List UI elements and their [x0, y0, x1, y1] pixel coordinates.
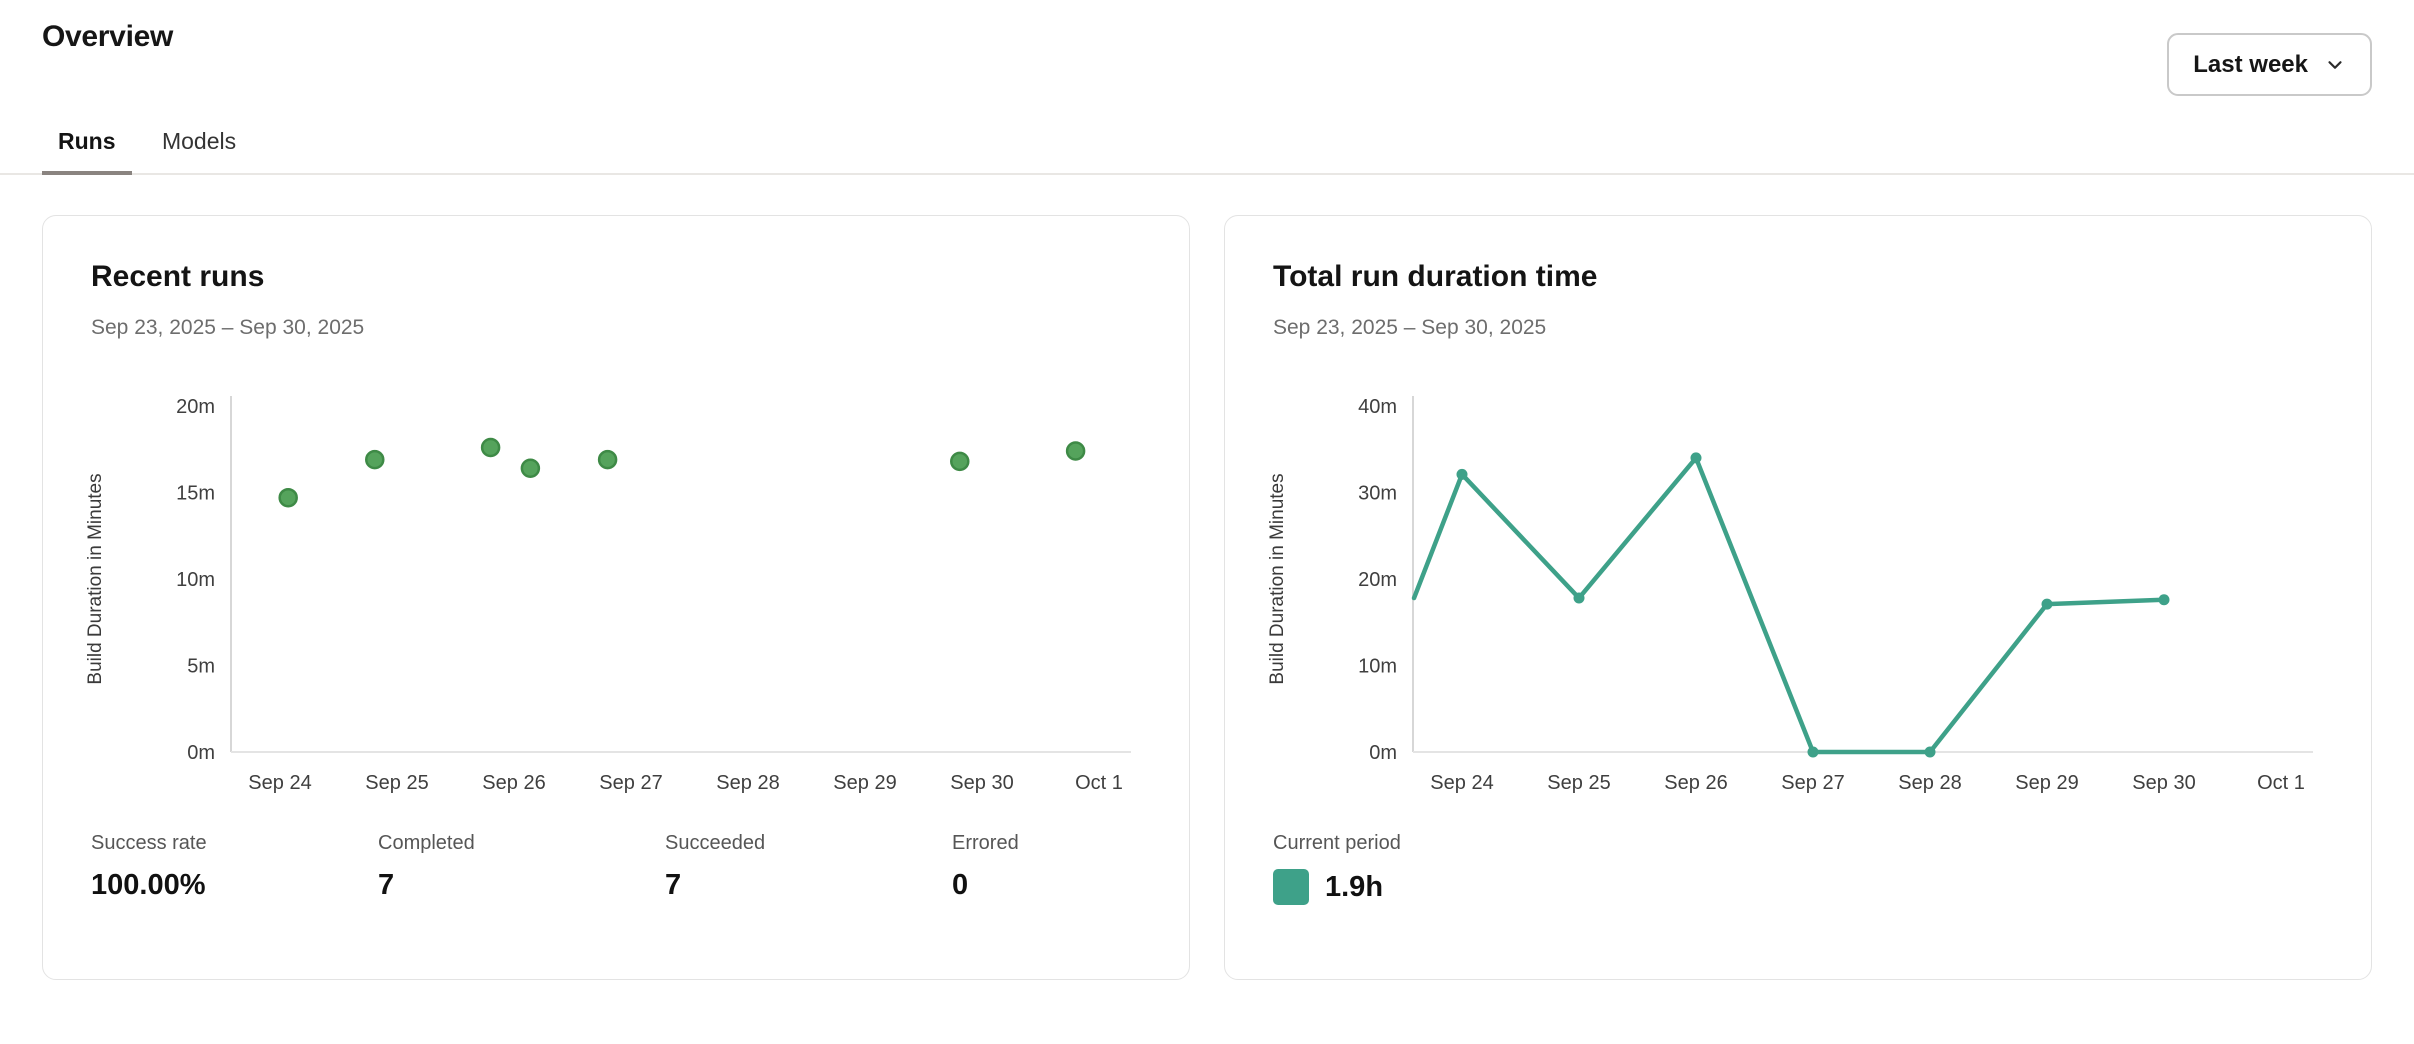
y-tick-label: 10m	[176, 569, 215, 591]
x-tick-label: Sep 30	[950, 772, 1013, 794]
scatter-point	[482, 439, 499, 456]
x-tick-label: Sep 24	[1430, 772, 1493, 794]
x-tick-label: Oct 1	[2257, 772, 2305, 794]
line-point	[1574, 593, 1585, 604]
cards-row: Recent runs Sep 23, 2025 – Sep 30, 2025 …	[42, 215, 2372, 980]
x-tick-label: Sep 30	[2132, 772, 2195, 794]
card-date-range: Sep 23, 2025 – Sep 30, 2025	[1273, 316, 1546, 340]
x-tick-label: Sep 26	[482, 772, 545, 794]
stat-value: 7	[665, 869, 952, 902]
x-tick-label: Sep 28	[1898, 772, 1961, 794]
stat-label: Errored	[952, 832, 1239, 855]
x-tick-label: Sep 28	[716, 772, 779, 794]
stat-value: 0	[952, 869, 1239, 902]
line-point	[1691, 452, 1702, 463]
y-axis-title: Build Duration in Minutes	[1267, 473, 1288, 684]
legend-value: 1.9h	[1325, 871, 1383, 904]
line-point	[2042, 599, 2053, 610]
scatter-point	[366, 451, 383, 468]
y-tick-label: 0m	[1369, 742, 1397, 764]
scatter-point	[1067, 442, 1084, 459]
legend-label: Current period	[1273, 832, 1401, 855]
stat-value: 7	[378, 869, 665, 902]
tab-bar: Runs Models	[0, 118, 2414, 175]
y-tick-label: 30m	[1358, 483, 1397, 505]
line-point	[1808, 747, 1819, 758]
stats-row: Success rate 100.00% Completed 7 Succeed…	[91, 832, 1239, 902]
scatter-point	[599, 451, 616, 468]
card-title: Total run duration time	[1273, 260, 1597, 294]
period-dropdown-label: Last week	[2193, 51, 2308, 79]
scatter-point	[280, 489, 297, 506]
tab-runs[interactable]: Runs	[42, 118, 132, 175]
x-tick-label: Sep 27	[599, 772, 662, 794]
card-title: Recent runs	[91, 260, 264, 294]
total-run-duration-card: Total run duration time Sep 23, 2025 – S…	[1224, 215, 2372, 980]
y-tick-label: 0m	[187, 742, 215, 764]
chart-legend: Current period 1.9h	[1273, 832, 1401, 905]
y-tick-label: 20m	[1358, 569, 1397, 591]
y-tick-label: 10m	[1358, 656, 1397, 678]
line-point	[2159, 594, 2170, 605]
line-point	[1925, 747, 1936, 758]
x-tick-label: Sep 27	[1781, 772, 1844, 794]
legend-row: 1.9h	[1273, 869, 1401, 905]
x-tick-label: Sep 29	[2015, 772, 2078, 794]
stat-success-rate: Success rate 100.00%	[91, 832, 378, 902]
x-tick-label: Oct 1	[1075, 772, 1123, 794]
scatter-point	[951, 453, 968, 470]
stat-succeeded: Succeeded 7	[665, 832, 952, 902]
y-axis-title: Build Duration in Minutes	[85, 473, 106, 684]
page-title: Overview	[42, 20, 173, 54]
y-tick-label: 15m	[176, 483, 215, 505]
x-tick-label: Sep 25	[1547, 772, 1610, 794]
y-tick-label: 40m	[1358, 396, 1397, 418]
chevron-down-icon	[2324, 54, 2346, 76]
x-tick-label: Sep 26	[1664, 772, 1727, 794]
stat-errored: Errored 0	[952, 832, 1239, 902]
scatter-point	[522, 460, 539, 477]
stat-label: Success rate	[91, 832, 378, 855]
x-tick-label: Sep 29	[833, 772, 896, 794]
tab-models[interactable]: Models	[146, 118, 252, 175]
stat-completed: Completed 7	[378, 832, 665, 902]
y-tick-label: 5m	[187, 656, 215, 678]
line-point	[1457, 469, 1468, 480]
recent-runs-card: Recent runs Sep 23, 2025 – Sep 30, 2025 …	[42, 215, 1190, 980]
x-tick-label: Sep 25	[365, 772, 428, 794]
stat-label: Completed	[378, 832, 665, 855]
recent-runs-scatter-chart: 0m 5m 10m 15m 20m Sep 24 Sep 25 Sep 26 Sep 27 Sep…	[43, 386, 1191, 806]
legend-swatch	[1273, 869, 1309, 905]
total-run-duration-line-chart: 0m 10m 20m 30m 40m Sep 24 Sep 25 Sep 26 Sep 27 Se…	[1225, 386, 2373, 806]
stat-value: 100.00%	[91, 869, 378, 902]
period-dropdown[interactable]: Last week	[2167, 33, 2372, 96]
y-tick-label: 20m	[176, 396, 215, 418]
stat-label: Succeeded	[665, 832, 952, 855]
x-tick-label: Sep 24	[248, 772, 311, 794]
card-date-range: Sep 23, 2025 – Sep 30, 2025	[91, 316, 364, 340]
